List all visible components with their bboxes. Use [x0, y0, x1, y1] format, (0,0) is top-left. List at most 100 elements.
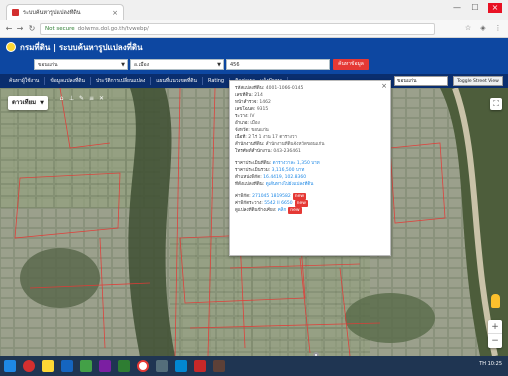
back-icon[interactable]: ←	[4, 24, 14, 34]
zoom-out-button[interactable]: −	[488, 334, 502, 348]
onenote-icon[interactable]	[99, 360, 111, 372]
windows-taskbar: TH 10:25	[0, 356, 508, 376]
popup-row-link[interactable]: ตารางวาละ 1,350 บาท	[273, 161, 320, 166]
menu-item-rating[interactable]: Rating	[203, 78, 231, 84]
new-badge: new	[288, 207, 302, 214]
app-icon[interactable]	[194, 360, 206, 372]
reload-icon[interactable]: ↻	[27, 24, 37, 34]
popup-row-value: 214	[254, 93, 263, 98]
chevron-down-icon: ▼	[121, 62, 125, 68]
maximize-button[interactable]: ☐	[470, 3, 480, 13]
zoom-control: + −	[488, 320, 502, 348]
menu-item-history[interactable]: ประวัติการเปลี่ยนแปลง	[91, 77, 152, 85]
browser-tab-strip: ระบบค้นหารูปแปลงที่ดิน × — ☐ ×	[0, 0, 508, 20]
layers-icon[interactable]: ≡	[88, 95, 95, 102]
place-search-input[interactable]: ขอนแก่น	[394, 76, 448, 86]
app-icon[interactable]	[118, 360, 130, 372]
browser-tab[interactable]: ระบบค้นหารูปแปลงที่ดิน ×	[6, 4, 124, 20]
menu-item-boundary-map[interactable]: แผนที่แนวเขตที่ดิน	[151, 77, 203, 85]
popup-row-value: ขอนแก่น	[251, 128, 269, 133]
chrome-icon[interactable]	[137, 360, 149, 372]
popup-row-label: จังหวัด:	[235, 128, 252, 133]
file-explorer-icon[interactable]	[42, 360, 54, 372]
popup-row-value: 043-236461	[273, 149, 301, 154]
popup-row-value: เมือง	[250, 121, 260, 126]
toggle-street-view-button[interactable]: Toggle Street View	[453, 76, 503, 86]
browser-menu-icon[interactable]: ⋮	[494, 24, 502, 32]
app-icon[interactable]	[156, 360, 168, 372]
popup-row: เลขที่ดิน: 214	[235, 92, 385, 99]
app-icon[interactable]	[213, 360, 225, 372]
map-type-select[interactable]: ดาวเทียม ▼	[8, 96, 48, 110]
popup-row: ราคาประเมินรวม: 3,116,500 บาท	[235, 167, 385, 174]
site-title: กรมที่ดิน | ระบบค้นหารูปแปลงที่ดิน	[20, 42, 143, 52]
tab-close-icon[interactable]: ×	[112, 9, 118, 17]
search-button[interactable]: ค้นหาข้อมูล	[333, 59, 369, 70]
popup-row-value: 2 ไร่ 1 งาน 17 ตารางวา	[248, 135, 297, 140]
popup-row-label: ที่ตั้งแปลงที่ดิน:	[235, 182, 266, 187]
address-bar-row: ← → ↻ Not secure dolwms.dol.go.th/tvwebp…	[0, 20, 508, 38]
popup-row-link[interactable]: ดูเส้นทางไปยังแปลงที่ดิน	[266, 182, 314, 187]
word-icon[interactable]	[61, 360, 73, 372]
popup-row-value: 1462	[259, 100, 271, 105]
ruler-icon[interactable]: ⊥	[68, 95, 75, 102]
close-window-button[interactable]: ×	[488, 3, 502, 13]
browser-toolbar-right: ☆ ◈ ⋮	[464, 24, 502, 32]
map-tools: ⌂ ⊥ ✎ ≡ ✕	[58, 95, 105, 102]
chevron-down-icon: ▼	[217, 62, 221, 68]
popup-row-link[interactable]: 271045 1819582	[252, 194, 291, 199]
department-logo-icon	[6, 42, 16, 52]
popup-row: อำเภอ: เมือง	[235, 120, 385, 127]
province-value: ขอนแก่น	[38, 62, 58, 68]
parcel-number-input[interactable]: 456	[226, 59, 330, 70]
minimize-button[interactable]: —	[452, 3, 462, 13]
chevron-down-icon: ▼	[40, 100, 44, 106]
district-select[interactable]: อ.เมือง ▼	[130, 59, 224, 70]
popup-row: จังหวัด: ขอนแก่น	[235, 127, 385, 134]
popup-row-value: 9315	[256, 107, 269, 112]
opera-icon[interactable]	[23, 360, 35, 372]
popup-row: ค่าพิกัด: 271045 1819582 new	[235, 193, 385, 200]
street-view-pegman-icon[interactable]	[491, 294, 500, 308]
fullscreen-button[interactable]: ⛶	[490, 98, 502, 110]
popup-close-icon[interactable]: ×	[381, 82, 387, 90]
district-value: อ.เมือง	[134, 62, 150, 68]
draw-icon[interactable]: ✎	[78, 95, 85, 102]
popup-row-link[interactable]: 16.4419, 102.8360	[263, 175, 306, 180]
url-text: dolwms.dol.go.th/tvwebp/	[77, 26, 149, 32]
zoom-in-button[interactable]: +	[488, 320, 502, 334]
excel-icon[interactable]	[80, 360, 92, 372]
popup-row: เนื้อที่: 2 ไร่ 1 งาน 17 ตารางวา	[235, 134, 385, 141]
extension-icon[interactable]: ◈	[479, 24, 487, 32]
menu-item-user[interactable]: ค้นหาผู้ใช้งาน	[4, 77, 46, 85]
app-icon[interactable]	[175, 360, 187, 372]
start-button-icon[interactable]	[4, 360, 16, 372]
menu-item-parcel-info[interactable]: ข้อมูลแปลงที่ดิน	[45, 77, 91, 85]
popup-row-link[interactable]: 5542 II 6650	[264, 201, 292, 206]
measure-icon[interactable]: ⌂	[58, 95, 65, 102]
parcel-info-popup: × รหัสแปลงที่ดิน: 4001-1066-0145 เลขที่ดิ…	[229, 80, 391, 256]
popup-row-label: หน้าสำรวจ:	[235, 100, 260, 105]
popup-row: ค่าพิกัดระวาง: 5542 II 6650 new	[235, 200, 385, 207]
popup-row: ตำแหน่งพิกัด: 16.4419, 102.8360	[235, 174, 385, 181]
new-badge: new	[292, 193, 307, 200]
popup-row-link[interactable]: คลิก	[278, 208, 287, 213]
url-input[interactable]: Not secure dolwms.dol.go.th/tvwebp/	[40, 23, 435, 35]
tab-title: ระบบค้นหารูปแปลงที่ดิน	[23, 9, 81, 16]
popup-row: หน้าสำรวจ: 1462	[235, 99, 385, 106]
popup-row: ระวาง: IV	[235, 113, 385, 120]
province-select[interactable]: ขอนแก่น ▼	[34, 59, 128, 70]
popup-row-label: ราคาประเมินรวม:	[235, 168, 272, 173]
site-header: กรมที่ดิน | ระบบค้นหารูปแปลงที่ดิน	[0, 38, 508, 56]
popup-row: เลขโฉนด: 9315	[235, 106, 385, 113]
popup-row: สำนักงานที่ดิน: สำนักงานที่ดินจังหวัดขอน…	[235, 141, 385, 148]
system-tray[interactable]: TH 10:25	[479, 361, 502, 367]
security-indicator[interactable]: Not secure	[45, 26, 75, 32]
clear-icon[interactable]: ✕	[98, 95, 105, 102]
popup-row-label: ระวาง:	[235, 114, 251, 119]
popup-row-label: อำเภอ:	[235, 121, 251, 126]
bookmark-star-icon[interactable]: ☆	[464, 24, 472, 32]
popup-row-link[interactable]: 3,116,500 บาท	[272, 168, 305, 173]
forward-icon[interactable]: →	[15, 24, 25, 34]
popup-row-label: ราคาประเมินที่ดิน:	[235, 161, 273, 166]
